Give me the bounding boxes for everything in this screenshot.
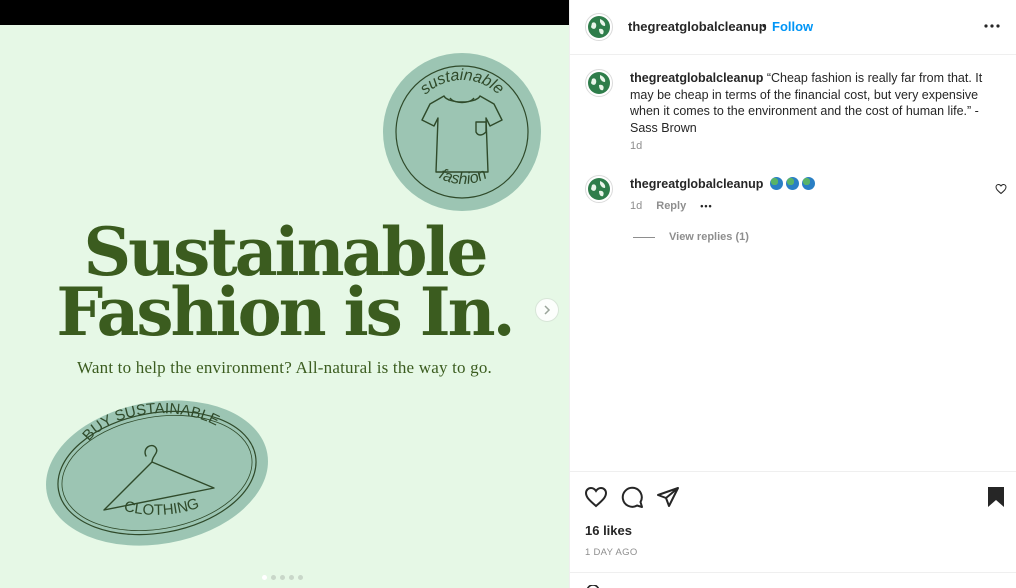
post-timestamp: 1 DAY AGO [585, 547, 638, 558]
more-options-icon[interactable] [984, 18, 1000, 34]
caption-time: 1d [630, 140, 643, 152]
comment-time: 1d [630, 200, 643, 212]
post-header: thegreatglobalcleanup • Follow [570, 0, 1016, 55]
add-comment-bar[interactable] [570, 572, 1016, 588]
carousel-dot [262, 575, 267, 580]
follow-button[interactable]: Follow [772, 19, 813, 34]
comment-heart-icon[interactable] [995, 183, 1007, 195]
caption-text: thegreatglobalcleanup “Cheap fashion is … [630, 70, 990, 136]
heart-icon[interactable] [584, 485, 608, 509]
earth-logo-icon [588, 72, 610, 94]
comment-meta: 1d Reply ••• [630, 200, 713, 212]
carousel-dot [298, 575, 303, 580]
view-replies-button[interactable]: View replies (1) [633, 231, 749, 243]
caption-username[interactable]: thegreatglobalcleanup [630, 71, 763, 85]
post-details-panel: thegreatglobalcleanup • Follow thegreatg… [569, 0, 1016, 588]
hero-subtitle: Want to help the environment? All-natura… [76, 358, 493, 377]
hero-title: Sustainable Fashion is In. [0, 219, 569, 351]
post-media: sustainable fashion Sustainable Fashion … [0, 0, 569, 588]
comment-emojis [767, 177, 815, 191]
paper-plane-icon[interactable] [656, 485, 680, 509]
media-top-bar [0, 0, 569, 25]
post-caption: thegreatglobalcleanup “Cheap fashion is … [570, 68, 1016, 158]
comment-bubble-icon[interactable] [620, 485, 644, 509]
earth-globe-icon [801, 177, 815, 190]
carousel-dot [289, 575, 294, 580]
header-separator: • [762, 18, 767, 33]
carousel-next-button[interactable] [535, 298, 559, 322]
avatar[interactable] [585, 175, 613, 203]
carousel-indicator [262, 575, 303, 580]
sustainable-fashion-sticker: sustainable fashion [383, 53, 541, 211]
chevron-right-icon [544, 305, 551, 315]
earth-globe-icon [785, 177, 799, 190]
likes-count[interactable]: 16 likes [585, 523, 632, 538]
view-replies-label: View replies (1) [669, 231, 749, 243]
comment-more-button[interactable]: ••• [700, 201, 712, 211]
header-username[interactable]: thegreatglobalcleanup [628, 19, 767, 34]
caption-meta: 1d [630, 140, 642, 152]
carousel-dot [280, 575, 285, 580]
comment-username[interactable]: thegreatglobalcleanup [630, 177, 763, 191]
comment-text: thegreatglobalcleanup [630, 176, 990, 193]
carousel-dot [271, 575, 276, 580]
buy-sustainable-clothing-sticker: BUY SUSTAINABLE CLOTHING [46, 400, 268, 546]
hero-title-line-2: Fashion is In. [56, 273, 515, 351]
earth-logo-icon [588, 178, 610, 200]
reply-button[interactable]: Reply [656, 200, 686, 212]
avatar[interactable] [585, 13, 613, 41]
post-actions: 16 likes 1 DAY AGO [570, 471, 1016, 588]
bookmark-icon[interactable] [986, 485, 1006, 509]
earth-globe-icon [769, 177, 783, 190]
avatar[interactable] [585, 69, 613, 97]
earth-logo-icon [588, 16, 610, 38]
replies-divider [633, 236, 655, 238]
